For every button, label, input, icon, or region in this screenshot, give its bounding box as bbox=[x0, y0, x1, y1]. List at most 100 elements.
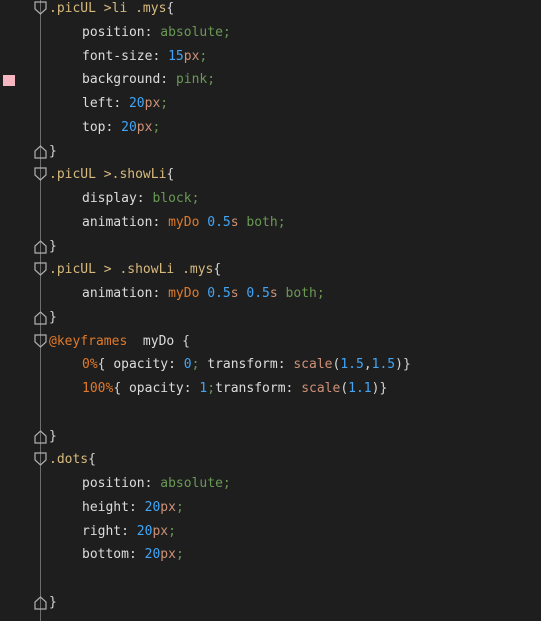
code-token: 1.1 bbox=[348, 381, 372, 396]
code-token: px bbox=[183, 48, 200, 64]
code-token: background bbox=[82, 72, 161, 88]
code-text: .picUL >.showLi{ bbox=[49, 163, 174, 187]
code-line[interactable]: } bbox=[0, 306, 541, 330]
code-line[interactable]: height: 20px; bbox=[0, 496, 541, 520]
code-token: { bbox=[97, 357, 114, 373]
code-token: opacity bbox=[113, 357, 169, 373]
code-token: animation bbox=[82, 214, 153, 230]
code-token: : bbox=[113, 96, 129, 111]
code-line[interactable]: .picUL >li .mys{ bbox=[0, 0, 541, 21]
code-line[interactable]: } bbox=[0, 140, 541, 164]
code-token: bottom bbox=[82, 547, 129, 563]
code-line[interactable]: .dots{ bbox=[0, 448, 541, 472]
code-line[interactable]: font-size: 15px; bbox=[0, 45, 541, 69]
code-token: ; bbox=[222, 24, 231, 40]
fold-open-icon[interactable] bbox=[34, 167, 47, 182]
color-swatch[interactable] bbox=[3, 75, 15, 87]
code-token: )} bbox=[395, 357, 411, 373]
code-text: background: pink; bbox=[82, 68, 215, 92]
code-token: : bbox=[144, 476, 161, 491]
code-token: : bbox=[168, 357, 184, 373]
fold-open-icon[interactable] bbox=[34, 452, 47, 467]
code-text: .dots{ bbox=[49, 448, 96, 472]
code-token: px bbox=[152, 523, 169, 539]
code-token: .showLi bbox=[111, 167, 167, 183]
code-line[interactable]: bottom: 20px; bbox=[0, 543, 541, 567]
fold-open-icon[interactable] bbox=[34, 1, 47, 16]
fold-open-icon[interactable] bbox=[34, 262, 47, 277]
code-token: : bbox=[144, 24, 161, 40]
code-token: ; bbox=[207, 381, 216, 396]
code-token: > bbox=[103, 262, 120, 278]
code-token: px bbox=[160, 547, 176, 563]
code-token: left bbox=[82, 96, 114, 111]
code-token: } bbox=[49, 428, 57, 444]
code-line[interactable]: .picUL > .showLi .mys{ bbox=[0, 258, 541, 282]
code-line[interactable]: } bbox=[0, 235, 541, 259]
code-token: ; bbox=[222, 476, 231, 491]
code-token: px bbox=[160, 499, 176, 515]
fold-close-icon[interactable] bbox=[34, 310, 47, 325]
code-token: : bbox=[128, 547, 145, 563]
code-token: : bbox=[183, 381, 200, 396]
code-line[interactable]: position: absolute; bbox=[0, 21, 541, 45]
code-token: animation bbox=[82, 286, 153, 301]
code-token: s bbox=[230, 214, 247, 230]
code-token: both bbox=[246, 214, 278, 230]
code-token: font-size bbox=[82, 48, 153, 64]
code-token: > bbox=[103, 167, 112, 183]
code-line[interactable]: top: 20px; bbox=[0, 116, 541, 140]
code-text: 100%{ opacity: 1;transform: scale(1.1)} bbox=[82, 377, 387, 401]
code-line[interactable]: display: block; bbox=[0, 187, 541, 211]
code-token: ; bbox=[207, 72, 216, 88]
code-token: px bbox=[136, 119, 153, 135]
code-text: animation: myDo 0.5s both; bbox=[82, 211, 286, 235]
code-line[interactable]: animation: myDo 0.5s 0.5s both; bbox=[0, 282, 541, 306]
code-token: 20 bbox=[121, 119, 137, 135]
code-line[interactable] bbox=[0, 567, 541, 591]
code-line[interactable]: 0%{ opacity: 0; transform: scale(1.5,1.5… bbox=[0, 353, 541, 377]
code-token: } bbox=[49, 238, 57, 254]
code-token: .mys bbox=[135, 1, 167, 16]
code-token: : bbox=[285, 381, 302, 396]
code-token: )} bbox=[371, 381, 388, 396]
code-text: font-size: 15px; bbox=[82, 45, 207, 69]
code-line[interactable]: 100%{ opacity: 1;transform: scale(1.1)} bbox=[0, 377, 541, 401]
code-token: 0% bbox=[82, 357, 98, 373]
code-line[interactable]: .picUL >.showLi{ bbox=[0, 163, 541, 187]
code-token: : bbox=[152, 286, 169, 301]
code-line[interactable]: background: pink; bbox=[0, 68, 541, 92]
code-line[interactable]: @keyframes myDo { bbox=[0, 330, 541, 354]
code-token: .picUL bbox=[49, 1, 104, 16]
code-token: 15 bbox=[168, 48, 184, 64]
fold-close-icon[interactable] bbox=[34, 595, 47, 610]
fold-close-icon[interactable] bbox=[34, 429, 47, 444]
fold-open-icon[interactable] bbox=[34, 333, 47, 349]
code-token: 20 bbox=[144, 499, 161, 515]
code-line[interactable]: right: 20px; bbox=[0, 520, 541, 544]
code-token: opacity bbox=[128, 381, 184, 396]
code-line[interactable]: } bbox=[0, 591, 541, 615]
code-token: 20 bbox=[136, 523, 153, 539]
code-token: : bbox=[277, 357, 294, 373]
code-token: } bbox=[49, 594, 57, 610]
code-token: .picUL bbox=[49, 167, 104, 183]
code-text: position: absolute; bbox=[82, 472, 231, 496]
code-line[interactable] bbox=[0, 401, 541, 425]
code-token: 0.5 bbox=[207, 214, 231, 230]
code-text: @keyframes myDo { bbox=[49, 330, 190, 354]
code-line[interactable]: } bbox=[0, 425, 541, 449]
code-text: 0%{ opacity: 0; transform: scale(1.5,1.5… bbox=[82, 353, 411, 377]
code-token: both bbox=[285, 286, 317, 301]
code-token: : bbox=[105, 119, 122, 135]
code-editor[interactable]: .picUL >li .mys{position: absolute; font-… bbox=[0, 0, 541, 621]
code-token: ; bbox=[199, 48, 208, 64]
fold-close-icon[interactable] bbox=[34, 144, 47, 159]
code-line[interactable]: left: 20px; bbox=[0, 92, 541, 116]
code-text: } bbox=[49, 235, 57, 259]
fold-close-icon[interactable] bbox=[34, 239, 47, 254]
code-token: s bbox=[230, 286, 247, 301]
code-line[interactable]: position: absolute; bbox=[0, 472, 541, 496]
code-line[interactable]: animation: myDo 0.5s both; bbox=[0, 211, 541, 235]
code-text: bottom: 20px; bbox=[82, 543, 184, 567]
